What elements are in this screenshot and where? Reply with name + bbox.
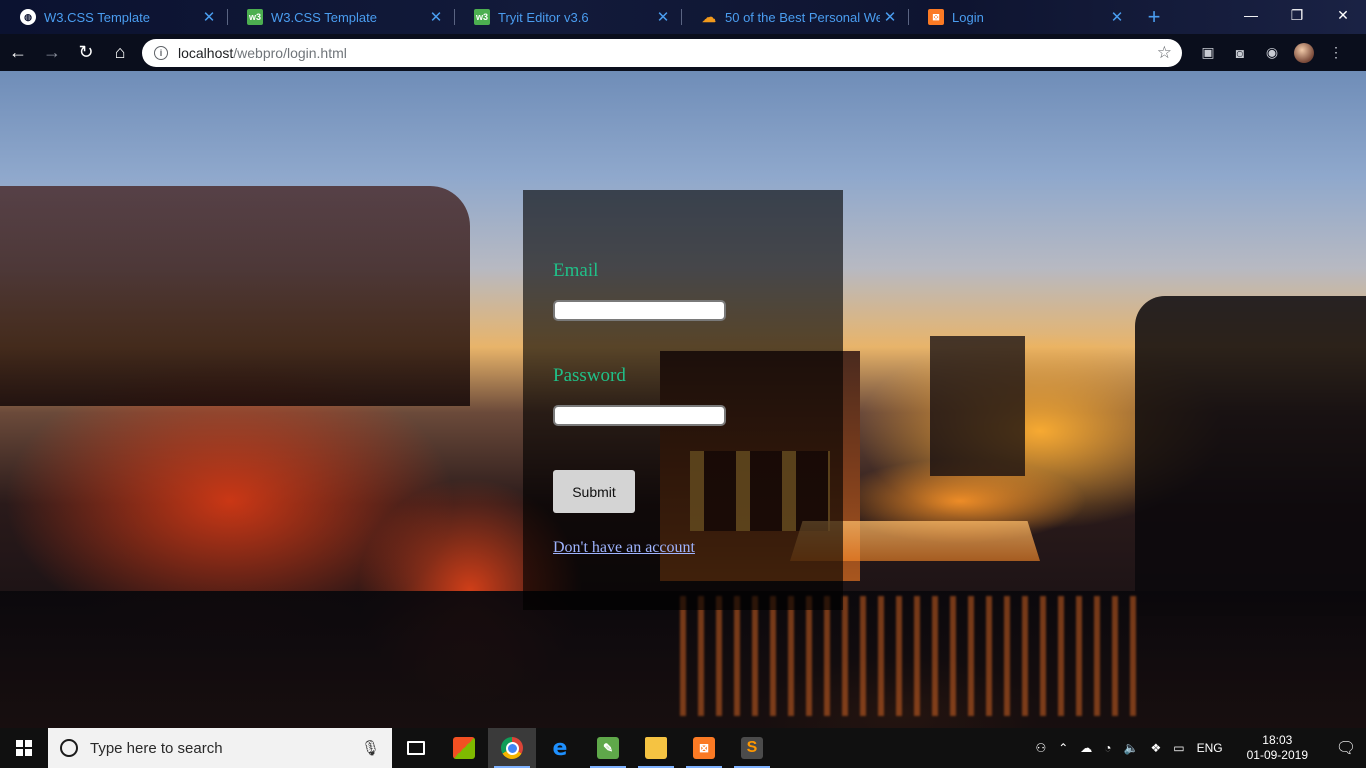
microphone-icon[interactable]: 🎙 [361, 739, 380, 757]
restore-icon[interactable]: ❐ [1274, 0, 1320, 30]
taskbar-explorer[interactable] [632, 728, 680, 768]
password-label: Password [553, 365, 626, 386]
minimize-icon[interactable]: — [1228, 0, 1274, 30]
new-tab-button[interactable]: + [1139, 4, 1169, 30]
avatar [1294, 42, 1314, 63]
background-blur-shape [1135, 296, 1366, 616]
close-icon[interactable]: ✕ [653, 8, 673, 26]
browser-tab-active[interactable]: ⊠ Login ✕ [908, 0, 1135, 34]
browser-tab[interactable]: w3 Tryit Editor v3.6 ✕ [454, 0, 681, 34]
url-host: localhost [178, 44, 234, 61]
browser-tab-strip: ◍ W3.CSS Template ✕ w3 W3.CSS Template ✕… [0, 0, 1366, 34]
forward-arrow-icon[interactable]: → [36, 37, 68, 69]
url-text[interactable]: localhost/webpro/login.html [178, 45, 1157, 61]
people-icon[interactable]: ⚇ [1029, 741, 1052, 755]
chevron-up-icon[interactable]: ⌃ [1052, 741, 1074, 755]
home-icon[interactable]: ⌂ [104, 37, 136, 69]
close-icon[interactable]: ✕ [426, 8, 446, 26]
taskbar-edge[interactable]: e [536, 728, 584, 768]
close-window-icon[interactable]: ✕ [1320, 0, 1366, 30]
tab-title: W3.CSS Template [44, 9, 150, 25]
email-label: Email [553, 260, 599, 281]
tab-title: 50 of the Best Personal Websit [725, 9, 880, 25]
clock-date: 01-09-2019 [1246, 748, 1308, 762]
camera-extension-icon[interactable]: ◙ [1224, 37, 1256, 69]
close-icon[interactable]: ✕ [199, 8, 219, 26]
browser-toolbar: ← → ↻ ⌂ i localhost/webpro/login.html ☆ … [0, 34, 1366, 71]
window-controls: — ❐ ✕ [1228, 0, 1366, 34]
close-icon[interactable]: ✕ [880, 8, 900, 26]
taskbar-sublime[interactable]: S [728, 728, 776, 768]
folder-icon [645, 737, 667, 759]
signup-link[interactable]: Don't have an account [553, 539, 695, 557]
email-field[interactable] [553, 300, 726, 321]
clock-time: 18:03 [1262, 733, 1293, 747]
close-icon[interactable]: ✕ [1107, 8, 1127, 26]
browser-tab[interactable]: ☁ 50 of the Best Personal Websit ✕ [681, 0, 908, 34]
xampp-icon: ⊠ [693, 737, 715, 759]
taskbar-search-box[interactable]: Type here to search 🎙 [48, 728, 392, 768]
w3-icon: w3 [247, 9, 263, 25]
browser-tab[interactable]: w3 W3.CSS Template ✕ [227, 0, 454, 34]
language-indicator[interactable]: ENG [1191, 741, 1229, 755]
task-view-icon [407, 741, 425, 755]
background-blur-shape [930, 336, 1025, 476]
menu-kebab-icon[interactable]: ⋮ [1320, 37, 1352, 69]
extension-icon[interactable]: ▣ [1192, 37, 1224, 69]
password-field[interactable] [553, 405, 726, 426]
taskbar-store[interactable] [440, 728, 488, 768]
profile-avatar[interactable] [1288, 37, 1320, 69]
bookmark-star-icon[interactable]: ☆ [1157, 43, 1172, 63]
browser-tab[interactable]: ◍ W3.CSS Template ✕ [0, 0, 227, 34]
globe-icon: ◍ [20, 9, 36, 25]
back-arrow-icon[interactable]: ← [2, 37, 34, 69]
edge-icon: e [552, 735, 568, 761]
wifi-icon[interactable]: ◔ [1098, 741, 1117, 755]
extension-icon[interactable]: ◉ [1256, 37, 1288, 69]
reload-icon[interactable]: ↻ [70, 37, 102, 69]
notifications-icon[interactable]: 🗨 [1326, 738, 1366, 758]
dropbox-icon[interactable]: ❖ [1144, 741, 1167, 755]
notepad-icon: ✎ [597, 737, 619, 759]
bird-icon: ☁ [702, 8, 716, 25]
task-view-button[interactable] [392, 728, 440, 768]
tab-title: Tryit Editor v3.6 [498, 9, 589, 25]
w3-icon: w3 [474, 9, 490, 25]
url-path: /webpro/login.html [233, 44, 347, 61]
submit-button[interactable]: Submit [553, 470, 635, 513]
taskbar-notepad[interactable]: ✎ [584, 728, 632, 768]
store-icon [453, 737, 475, 759]
search-placeholder: Type here to search [90, 739, 223, 757]
onedrive-icon[interactable]: ☁ [1074, 741, 1098, 755]
clock[interactable]: 18:03 01-09-2019 [1229, 733, 1326, 763]
info-icon[interactable]: i [154, 45, 168, 60]
volume-icon[interactable]: 🔈 [1118, 741, 1145, 755]
chrome-icon [501, 737, 523, 759]
windows-logo-icon [16, 740, 32, 756]
xampp-icon: ⊠ [928, 9, 944, 25]
background-blur-shape [0, 186, 470, 406]
tab-title: W3.CSS Template [271, 9, 377, 25]
windows-taskbar: Type here to search 🎙 e ✎ ⊠ S ⚇ ⌃ ☁ ◔ 🔈 … [0, 728, 1366, 768]
start-button[interactable] [0, 728, 48, 768]
battery-icon[interactable]: ▭ [1167, 741, 1190, 755]
address-bar[interactable]: i localhost/webpro/login.html ☆ [142, 38, 1182, 67]
login-form: Email Password Submit Don't have an acco… [523, 190, 843, 610]
taskbar-xampp[interactable]: ⊠ [680, 728, 728, 768]
cortana-icon [60, 739, 78, 757]
page-background: Email Password Submit Don't have an acco… [0, 71, 1366, 728]
sublime-icon: S [741, 737, 763, 759]
system-tray: ⚇ ⌃ ☁ ◔ 🔈 ❖ ▭ ENG 18:03 01-09-2019 🗨 [1029, 728, 1366, 768]
taskbar-chrome[interactable] [488, 728, 536, 768]
tab-title: Login [952, 9, 984, 25]
background-reflection [680, 596, 1140, 716]
